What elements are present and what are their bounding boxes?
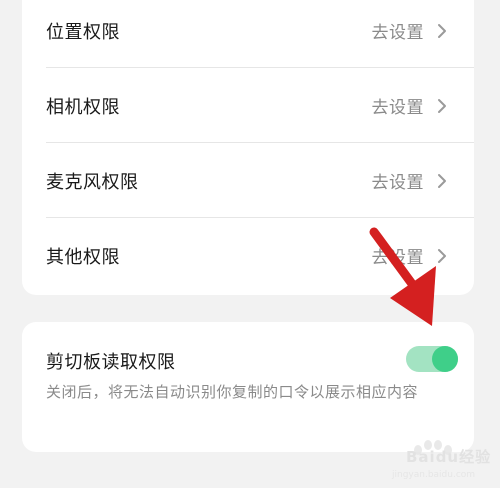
go-settings-text: 去设置 [371, 98, 424, 118]
watermark-logo-text: Baidu经验 [406, 448, 492, 466]
go-settings-text: 去设置 [371, 23, 424, 43]
clipboard-permission-title: 剪切板读取权限 [46, 352, 176, 373]
chevron-right-icon [438, 98, 446, 113]
clipboard-description: 关闭后，将无法自动识别你复制的口令以展示相应内容 [46, 383, 419, 401]
permission-row-camera[interactable]: 相机权限 去设置 [22, 68, 474, 143]
permission-action[interactable]: 去设置 [372, 168, 453, 193]
annotation-arrow-icon [369, 227, 436, 326]
permission-label: 麦克风权限 [46, 171, 139, 193]
permission-row-microphone[interactable]: 麦克风权限 去设置 [22, 143, 474, 218]
permission-label: 其他权限 [46, 246, 120, 268]
permission-label: 相机权限 [46, 96, 120, 118]
toggle-knob [432, 346, 458, 372]
go-settings-text: 去设置 [371, 173, 424, 193]
permission-row-location[interactable]: 位置权限 去设置 [22, 0, 474, 68]
permission-action[interactable]: 去设置 [372, 18, 453, 43]
permission-label: 位置权限 [46, 21, 120, 43]
watermark-url: jingyan.baidu.com [392, 470, 476, 480]
permission-action[interactable]: 去设置 [372, 93, 453, 118]
clipboard-toggle[interactable] [406, 346, 458, 372]
chevron-right-icon [438, 23, 446, 38]
chevron-right-icon [438, 173, 446, 188]
